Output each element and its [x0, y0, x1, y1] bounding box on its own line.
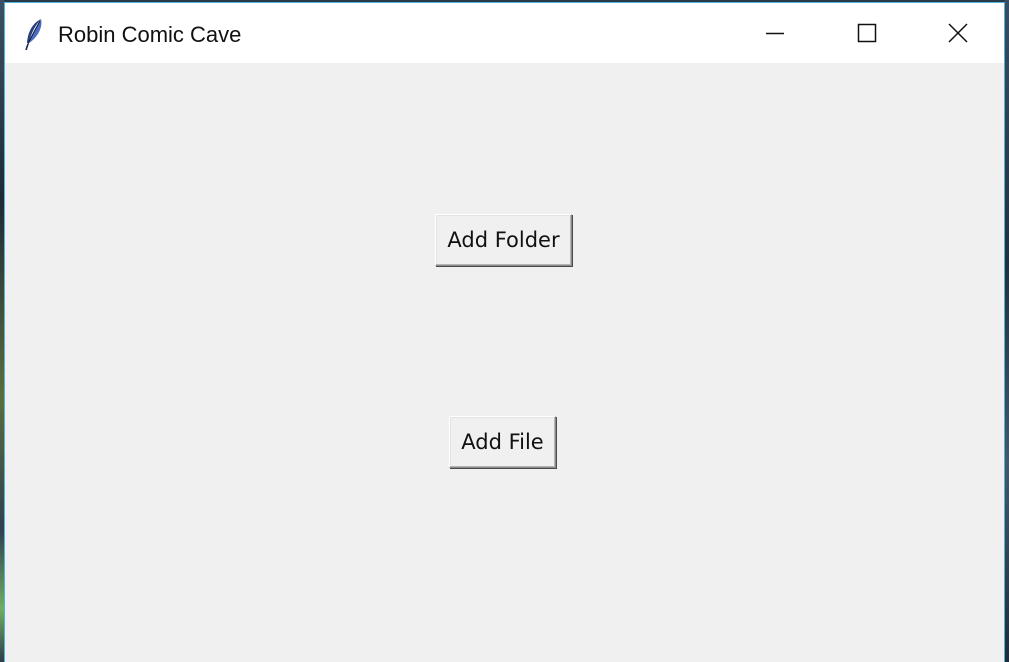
maximize-icon: [857, 23, 877, 43]
window-title: Robin Comic Cave: [58, 22, 242, 47]
close-icon: [948, 23, 968, 43]
close-button[interactable]: [912, 3, 1004, 63]
app-window: Robin Comic Cave Add Folder Add File: [4, 2, 1005, 662]
add-folder-button[interactable]: Add Folder: [435, 214, 572, 266]
add-file-button[interactable]: Add File: [449, 416, 556, 468]
title-bar[interactable]: Robin Comic Cave: [5, 3, 1004, 63]
maximize-button[interactable]: [821, 3, 913, 63]
window-client-area: Add Folder Add File: [5, 63, 1004, 662]
minimize-icon: [765, 23, 785, 43]
desktop-background-right: [1005, 0, 1009, 662]
minimize-button[interactable]: [729, 3, 821, 63]
feather-icon: [23, 17, 45, 51]
